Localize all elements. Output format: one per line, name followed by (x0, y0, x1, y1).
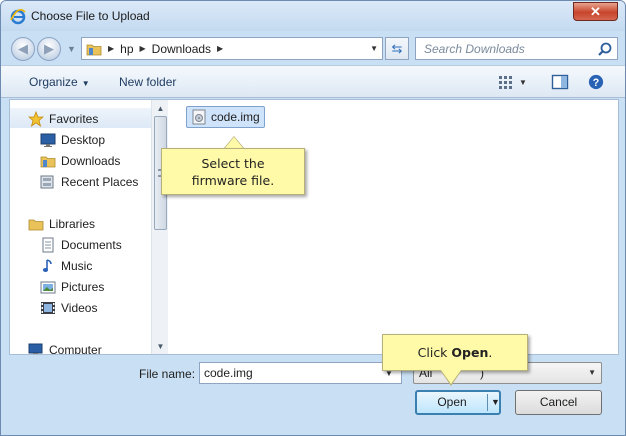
organize-button[interactable]: Organize ▼ (29, 75, 90, 89)
new-folder-button[interactable]: New folder (119, 75, 176, 89)
nav-documents[interactable]: Documents (40, 234, 122, 255)
file-name-value: code.img (204, 366, 253, 380)
callout-text: Click (417, 345, 452, 360)
breadcrumb-downloads[interactable]: Downloads (152, 42, 211, 56)
file-name-label: File name: (139, 367, 196, 381)
address-dropdown[interactable]: ▼ (370, 44, 378, 53)
nav-computer[interactable]: Computer (28, 339, 102, 354)
file-item-code-img[interactable]: code.img (186, 106, 265, 128)
nav-libraries[interactable]: Libraries (28, 213, 95, 234)
address-bar[interactable]: ▶ hp ▶ Downloads ▶ ▼ (81, 37, 383, 60)
music-icon (42, 258, 52, 272)
callout-bold: Open (451, 345, 489, 360)
scroll-down-button[interactable]: ▼ (153, 339, 168, 353)
close-button[interactable]: ✕ (573, 2, 618, 21)
libraries-icon (28, 219, 44, 230)
breadcrumb-arrow-icon[interactable]: ▶ (217, 44, 223, 53)
breadcrumb-hp[interactable]: hp (120, 42, 133, 56)
nav-recent-places[interactable]: Recent Places (40, 171, 138, 192)
chevron-down-icon: ▼ (81, 79, 90, 88)
nav-recent-places-label: Recent Places (61, 174, 139, 189)
internet-explorer-icon (10, 9, 26, 25)
disk-image-icon (192, 109, 206, 125)
nav-documents-label: Documents (61, 237, 122, 252)
callout-line: firmware file. (191, 173, 275, 188)
nav-downloads[interactable]: Downloads (40, 150, 120, 171)
computer-icon (28, 343, 43, 354)
refresh-button[interactable]: ⇆ (385, 37, 409, 60)
preview-pane-icon[interactable] (551, 74, 569, 90)
svg-text:?: ? (593, 77, 600, 89)
callout-text: . (488, 345, 493, 360)
search-input[interactable]: Search Downloads (415, 37, 618, 60)
click-open-callout: Click Open. (382, 334, 528, 371)
open-button-label: Open (437, 395, 467, 409)
pictures-icon (40, 281, 56, 293)
recent-places-icon (40, 175, 54, 188)
file-name-field[interactable]: code.img (199, 362, 402, 384)
nav-downloads-label: Downloads (61, 153, 121, 168)
recent-locations-dropdown[interactable]: ▼ (67, 44, 76, 54)
nav-desktop-label: Desktop (61, 132, 106, 147)
refresh-icon: ⇆ (391, 40, 403, 56)
breadcrumb-arrow-icon[interactable]: ▶ (140, 44, 146, 53)
open-button[interactable]: Open ▼ (415, 390, 501, 415)
help-icon[interactable]: ? (587, 74, 605, 90)
open-options-dropdown[interactable]: ▼ (491, 397, 500, 407)
organize-label: Organize (29, 75, 78, 89)
nav-desktop[interactable]: Desktop (40, 129, 105, 150)
cancel-button[interactable]: Cancel (515, 390, 602, 415)
nav-music[interactable]: Music (40, 255, 92, 276)
star-icon (28, 110, 44, 127)
breadcrumb-arrow-icon[interactable]: ▶ (108, 44, 114, 53)
callout-line: Select the (201, 156, 265, 171)
navigation-pane: Favorites Desktop Downloads Recent Place… (10, 100, 168, 354)
back-button[interactable]: ◀ (11, 37, 35, 61)
documents-icon (42, 237, 54, 252)
forward-arrow-icon: ▶ (44, 41, 54, 56)
select-file-callout: Select the firmware file. (161, 148, 305, 195)
nav-pictures-label: Pictures (61, 279, 105, 294)
search-placeholder: Search Downloads (424, 42, 525, 56)
split-divider (487, 394, 488, 411)
nav-computer-label: Computer (49, 342, 102, 355)
toolbar: Organize ▼ New folder ▼ ? (1, 65, 625, 98)
nav-scrollbar[interactable]: ▲ ▼ (151, 100, 168, 354)
downloads-icon (40, 156, 56, 167)
nav-pictures[interactable]: Pictures (40, 276, 104, 297)
chevron-down-icon: ▼ (588, 368, 596, 377)
nav-favorites[interactable]: Favorites (28, 108, 98, 129)
nav-libraries-label: Libraries (49, 216, 96, 231)
nav-music-label: Music (61, 258, 93, 273)
scroll-up-button[interactable]: ▲ (153, 101, 168, 115)
window-title: Choose File to Upload (31, 9, 150, 23)
forward-button[interactable]: ▶ (37, 37, 61, 61)
nav-videos[interactable]: Videos (40, 297, 97, 318)
address-row: ◀ ▶ ▼ ▶ hp ▶ Downloads ▶ ▼ ⇆ Search Down… (1, 31, 625, 65)
file-dialog: Choose File to Upload ✕ ◀ ▶ ▼ ▶ hp ▶ Dow… (0, 0, 626, 436)
search-icon[interactable] (597, 41, 613, 57)
desktop-icon (40, 133, 56, 147)
callout-pointer (225, 137, 243, 148)
nav-favorites-label: Favorites (49, 111, 99, 126)
views-icon[interactable] (497, 74, 515, 90)
folder-icon (86, 44, 102, 55)
videos-icon (41, 301, 55, 314)
title-bar: Choose File to Upload ✕ (1, 1, 625, 31)
back-arrow-icon: ◀ (18, 41, 28, 56)
file-name: code.img (211, 110, 260, 124)
nav-videos-label: Videos (61, 300, 98, 315)
views-dropdown[interactable]: ▼ (519, 78, 527, 87)
dialog-content: Favorites Desktop Downloads Recent Place… (9, 99, 619, 355)
callout-pointer (441, 370, 461, 384)
